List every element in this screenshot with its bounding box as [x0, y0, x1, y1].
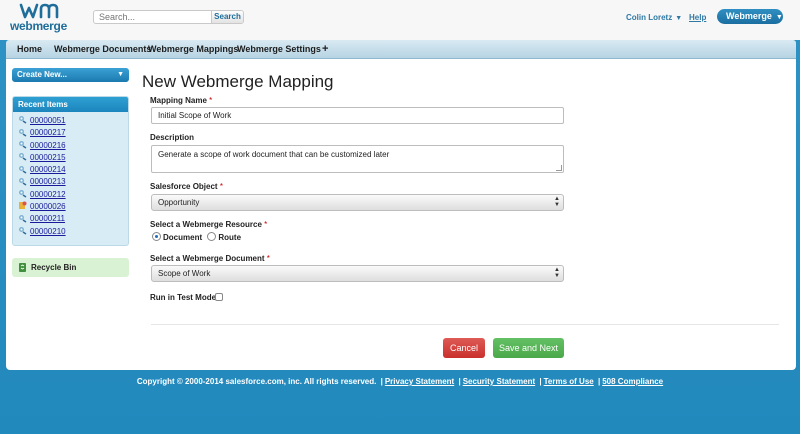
required-marker: * — [209, 96, 213, 105]
radio-button-document[interactable] — [152, 232, 161, 242]
terms-of-use-link[interactable]: Terms of Use — [544, 377, 594, 386]
radio-option-route[interactable]: Route — [207, 232, 242, 242]
mapping-icon — [18, 152, 27, 161]
salesforce-object-label: Salesforce Object * — [150, 182, 223, 191]
app-switcher-label: Webmerge — [726, 11, 772, 21]
recent-item[interactable]: 00000026 — [13, 201, 128, 213]
webmerge-logo-icon — [19, 3, 59, 19]
recent-item-link[interactable]: 00000212 — [30, 190, 66, 199]
recent-items-list: 00000051 00000217 00000216 00000215 00000214… — [13, 115, 128, 238]
select-arrows-icon: ▲ ▼ — [554, 196, 560, 208]
required-marker: * — [219, 182, 223, 191]
recent-item-link[interactable]: 00000211 — [30, 214, 65, 223]
footer: Copyright © 2000-2014 salesforce.com, in… — [136, 377, 664, 386]
recent-item[interactable]: 00000211 — [13, 213, 128, 225]
search-box: Search — [93, 10, 244, 24]
description-label: Description — [150, 133, 195, 142]
salesforce-object-label-text: Salesforce Object — [150, 182, 218, 191]
user-menu[interactable]: Colin Loretz ▼ — [626, 13, 682, 22]
privacy-statement-link[interactable]: Privacy Statement — [385, 377, 454, 386]
document-icon — [18, 201, 27, 210]
required-marker: * — [264, 220, 268, 229]
resource-radio-group: Document Route — [152, 232, 244, 242]
recent-item-link[interactable]: 00000051 — [30, 116, 66, 125]
radio-label-document: Document — [163, 233, 203, 242]
salesforce-object-value: Opportunity — [158, 198, 200, 207]
recent-item-link[interactable]: 00000210 — [30, 227, 66, 236]
recent-item[interactable]: 00000210 — [13, 226, 128, 238]
recent-items-title: Recent Items — [13, 97, 128, 112]
recent-items-panel: Recent Items 00000051 00000217 00000216 000… — [12, 96, 129, 246]
radio-label-route: Route — [218, 233, 242, 242]
recent-item-link[interactable]: 00000214 — [30, 165, 66, 174]
main-panel: Create New... ▼ Recent Items 00000051 000… — [6, 59, 796, 370]
global-header: webmerge Search Colin Loretz▼ Help Webme… — [0, 0, 800, 40]
salesforce-object-select[interactable]: Opportunity ▲ ▼ — [151, 194, 564, 211]
search-input[interactable] — [94, 11, 212, 23]
mapping-icon — [18, 140, 27, 149]
recent-item-link[interactable]: 00000213 — [30, 177, 66, 186]
form-divider — [151, 324, 779, 325]
save-and-next-button[interactable]: Save and Next — [493, 338, 564, 358]
mapping-name-input[interactable]: Initial Scope of Work — [151, 107, 564, 124]
document-select[interactable]: Scope of Work ▲ ▼ — [151, 265, 564, 282]
tab-bar: Home Webmerge Documents Webmerge Mapping… — [6, 40, 796, 59]
mapping-icon — [18, 214, 27, 223]
recent-item[interactable]: 00000216 — [13, 140, 128, 152]
cancel-button[interactable]: Cancel — [443, 338, 485, 358]
help-link[interactable]: Help — [689, 13, 706, 22]
recent-item-link[interactable]: 00000217 — [30, 128, 66, 137]
required-marker: * — [266, 254, 270, 263]
recent-item-link[interactable]: 00000215 — [30, 153, 66, 162]
app-switcher-button[interactable]: Webmerge ▼ — [717, 9, 783, 24]
mapping-icon — [18, 226, 27, 235]
description-value: Generate a scope of work document that c… — [158, 150, 390, 159]
tab-add[interactable]: + — [313, 40, 337, 59]
logo-text: webmerge — [10, 19, 67, 33]
page-title: New Webmerge Mapping — [142, 72, 334, 91]
resize-grip-icon[interactable] — [556, 165, 562, 171]
mapping-name-label-text: Mapping Name — [150, 96, 207, 105]
mapping-name-label: Mapping Name * — [150, 96, 212, 105]
compliance-508-link[interactable]: 508 Compliance — [602, 377, 663, 386]
mapping-icon — [18, 177, 27, 186]
radio-button-route[interactable] — [207, 232, 217, 242]
resource-label-text: Select a Webmerge Resource — [150, 220, 262, 229]
recent-item-link[interactable]: 00000026 — [30, 202, 66, 211]
chevron-down-icon: ▼ — [775, 14, 783, 21]
test-mode-label: Run in Test Mode? — [150, 293, 221, 302]
mapping-icon — [18, 165, 27, 174]
document-label: Select a Webmerge Document * — [150, 254, 270, 263]
create-new-button[interactable]: Create New... ▼ — [12, 68, 129, 82]
security-statement-link[interactable]: Security Statement — [463, 377, 535, 386]
mapping-icon — [18, 115, 27, 125]
chevron-down-icon: ▼ — [117, 71, 124, 78]
chevron-down-icon: ▼ — [675, 15, 683, 22]
recent-item[interactable]: 00000212 — [13, 189, 128, 201]
radio-option-document[interactable]: Document — [152, 232, 203, 242]
recent-item[interactable]: 00000213 — [13, 176, 128, 188]
recycle-bin-label: Recycle Bin — [31, 263, 77, 272]
select-arrows-icon: ▲ ▼ — [554, 267, 560, 279]
test-mode-checkbox[interactable] — [215, 293, 223, 301]
resource-label: Select a Webmerge Resource * — [150, 220, 267, 229]
copyright-text: Copyright © 2000-2014 salesforce.com, in… — [136, 377, 377, 386]
description-textarea[interactable]: Generate a scope of work document that c… — [151, 145, 564, 173]
recent-item[interactable]: 00000051 — [13, 115, 128, 127]
recycle-bin-link[interactable]: Recycle Bin — [12, 258, 129, 277]
document-label-text: Select a Webmerge Document — [150, 254, 265, 263]
mapping-icon — [18, 189, 27, 198]
webmerge-logo[interactable]: webmerge — [10, 3, 72, 37]
recent-item[interactable]: 00000214 — [13, 164, 128, 176]
recent-item[interactable]: 00000217 — [13, 127, 128, 139]
recycle-bin-icon — [19, 262, 26, 272]
mapping-icon — [18, 128, 27, 137]
create-new-label: Create New... — [17, 70, 67, 79]
recent-item[interactable]: 00000215 — [13, 152, 128, 164]
document-value: Scope of Work — [158, 269, 211, 278]
recent-item-link[interactable]: 00000216 — [30, 141, 66, 150]
search-button[interactable]: Search — [211, 11, 243, 23]
user-name: Colin Loretz — [626, 13, 673, 22]
